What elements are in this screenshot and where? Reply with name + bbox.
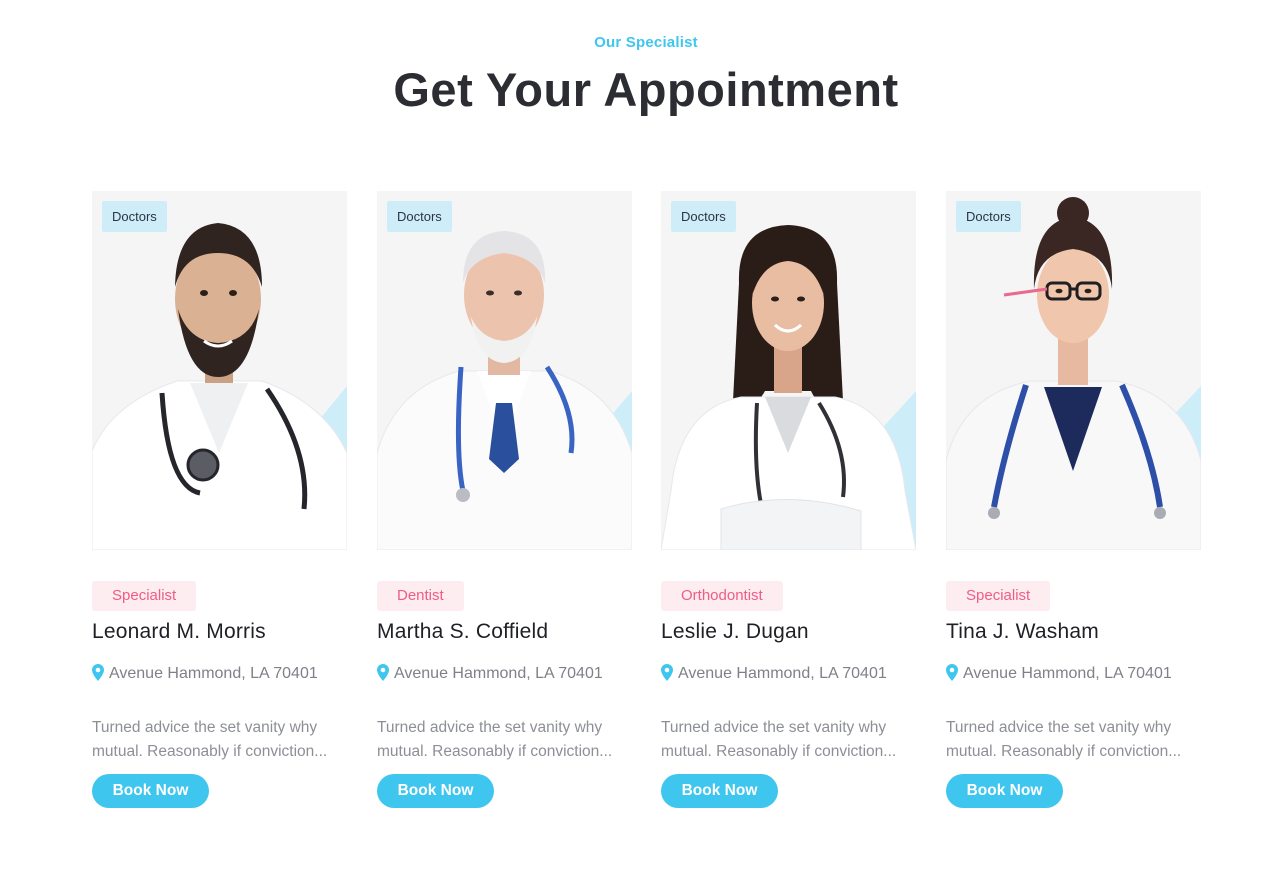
- address-text: Avenue Hammond, LA 70401: [963, 665, 1172, 682]
- doctor-address: Avenue Hammond, LA 70401: [946, 664, 1172, 684]
- specialty-badge: Specialist: [946, 581, 1051, 611]
- specialty-badge: Orthodontist: [661, 581, 783, 611]
- address-text: Avenue Hammond, LA 70401: [109, 665, 318, 682]
- doctor-address: Avenue Hammond, LA 70401: [661, 664, 887, 684]
- map-pin-icon: [661, 664, 673, 681]
- doctor-photo[interactable]: Doctors: [377, 191, 632, 550]
- doctor-description: Turned advice the set vanity why mutual.…: [946, 716, 1198, 764]
- description-line: Turned advice the set vanity why: [946, 719, 1172, 736]
- book-now-button[interactable]: Book Now: [661, 774, 778, 808]
- female-doctor-smiling-photo: [661, 225, 916, 550]
- doctor-card: Doctors Specialist Tina J. Washam Avenue…: [946, 191, 1201, 821]
- doctor-card: Doctors Orthodontist Leslie J. Dugan Ave…: [661, 191, 916, 821]
- specialists-section: Our Specialist Get Your Appointment Doct…: [0, 0, 1280, 878]
- doctor-photo[interactable]: Doctors: [92, 191, 347, 550]
- doctor-address: Avenue Hammond, LA 70401: [92, 664, 318, 684]
- doctor-description: Turned advice the set vanity why mutual.…: [661, 716, 913, 764]
- description-line: Turned advice the set vanity why: [377, 719, 603, 736]
- map-pin-icon: [92, 664, 104, 681]
- category-tag[interactable]: Doctors: [671, 201, 736, 232]
- book-now-button[interactable]: Book Now: [946, 774, 1063, 808]
- description-line: mutual. Reasonably if conviction...: [946, 743, 1182, 760]
- description-line: Turned advice the set vanity why: [661, 719, 887, 736]
- doctor-card: Doctors Dentist Martha S. Coffield Avenu…: [377, 191, 632, 821]
- female-doctor-glasses-photo: [946, 197, 1201, 550]
- doctor-address: Avenue Hammond, LA 70401: [377, 664, 603, 684]
- specialty-badge: Dentist: [377, 581, 464, 611]
- description-line: mutual. Reasonably if conviction...: [661, 743, 897, 760]
- doctor-name[interactable]: Leonard M. Morris: [92, 620, 266, 644]
- description-line: mutual. Reasonably if conviction...: [92, 743, 328, 760]
- doctor-card: Doctors Specialist Leonard M. Morris Ave…: [92, 191, 347, 821]
- category-tag[interactable]: Doctors: [387, 201, 452, 232]
- category-tag[interactable]: Doctors: [956, 201, 1021, 232]
- male-doctor-bearded-photo: [92, 223, 347, 550]
- doctor-description: Turned advice the set vanity why mutual.…: [92, 716, 344, 764]
- section-eyebrow: Our Specialist: [594, 34, 698, 51]
- doctor-cards: Doctors Specialist Leonard M. Morris Ave…: [92, 191, 1202, 821]
- doctor-name[interactable]: Tina J. Washam: [946, 620, 1099, 644]
- map-pin-icon: [377, 664, 389, 681]
- description-line: mutual. Reasonably if conviction...: [377, 743, 613, 760]
- section-title: Get Your Appointment: [393, 63, 899, 116]
- description-line: Turned advice the set vanity why: [92, 719, 318, 736]
- doctor-name[interactable]: Leslie J. Dugan: [661, 620, 809, 644]
- address-text: Avenue Hammond, LA 70401: [678, 665, 887, 682]
- doctor-photo[interactable]: Doctors: [661, 191, 916, 550]
- map-pin-icon: [946, 664, 958, 681]
- doctor-photo[interactable]: Doctors: [946, 191, 1201, 550]
- book-now-button[interactable]: Book Now: [377, 774, 494, 808]
- senior-doctor-white-hair-photo: [377, 231, 632, 550]
- doctor-name[interactable]: Martha S. Coffield: [377, 620, 548, 644]
- book-now-button[interactable]: Book Now: [92, 774, 209, 808]
- category-tag[interactable]: Doctors: [102, 201, 167, 232]
- doctor-description: Turned advice the set vanity why mutual.…: [377, 716, 629, 764]
- address-text: Avenue Hammond, LA 70401: [394, 665, 603, 682]
- specialty-badge: Specialist: [92, 581, 197, 611]
